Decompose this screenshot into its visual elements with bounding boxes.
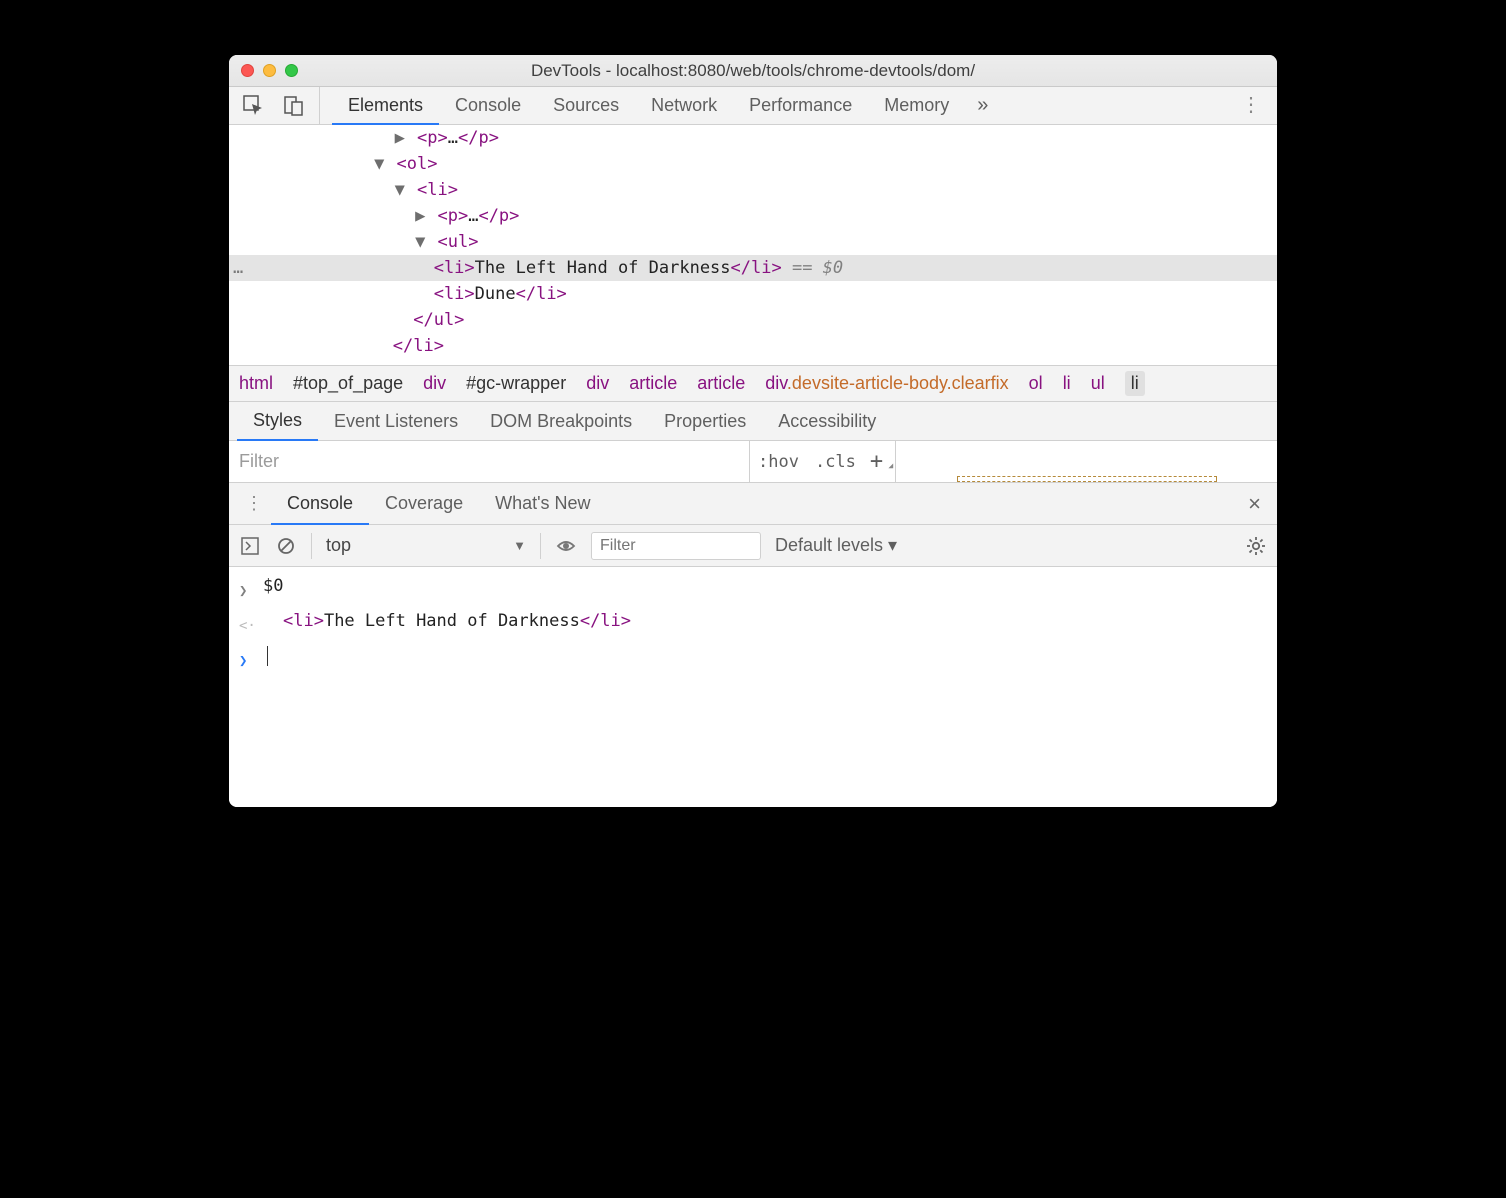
dom-row[interactable]: </li>: [229, 333, 1277, 359]
breadcrumb-item[interactable]: article: [629, 373, 677, 394]
window-title: DevTools - localhost:8080/web/tools/chro…: [229, 61, 1277, 81]
clear-console-icon[interactable]: [275, 535, 297, 557]
dom-tree[interactable]: ▶ <p>…</p> ▼ <ol> ▼ <li> ▶ <p>…</p> ▼ <u…: [229, 125, 1277, 365]
breadcrumb-item[interactable]: #top_of_page: [293, 373, 403, 394]
breadcrumbs: html #top_of_page div #gc-wrapper div article…: [229, 365, 1277, 401]
main-menu[interactable]: ⋮: [1241, 95, 1277, 116]
tab-styles[interactable]: Styles: [237, 403, 318, 441]
context-select[interactable]: top ▼: [326, 535, 526, 556]
breadcrumb-item[interactable]: div: [586, 373, 609, 394]
breadcrumb-item[interactable]: div: [423, 373, 446, 394]
tab-elements[interactable]: Elements: [332, 88, 439, 125]
main-tabs: Elements Console Sources Network Perform…: [320, 87, 1000, 124]
result-arrow-icon: <·: [239, 606, 257, 641]
new-style-rule-button[interactable]: +: [864, 449, 895, 474]
kebab-icon: ⋮: [1241, 94, 1261, 116]
separator: [540, 533, 541, 559]
styles-filter-bar: :hov .cls +: [229, 441, 1277, 483]
dom-row[interactable]: ▼ <li>: [229, 177, 1277, 203]
inspect-element-icon[interactable]: [243, 95, 265, 117]
breadcrumb-item[interactable]: html: [239, 373, 273, 394]
styles-filter-input[interactable]: [229, 441, 749, 482]
tab-coverage[interactable]: Coverage: [369, 483, 479, 524]
box-model-preview: [895, 441, 1277, 482]
styles-filter-buttons: :hov .cls +: [749, 441, 895, 482]
tab-event-listeners[interactable]: Event Listeners: [318, 402, 474, 440]
device-toggle-icon[interactable]: [283, 95, 305, 117]
console-prompt-row[interactable]: ❯: [229, 641, 1277, 676]
tab-dom-breakpoints[interactable]: DOM Breakpoints: [474, 402, 648, 440]
margin-box-icon: [957, 476, 1217, 482]
tab-drawer-console[interactable]: Console: [271, 484, 369, 525]
dom-row[interactable]: </ul>: [229, 307, 1277, 333]
devtools-window: DevTools - localhost:8080/web/tools/chro…: [229, 55, 1277, 807]
text-cursor: [267, 646, 268, 666]
console-toolbar: top ▼ Default levels ▾: [229, 525, 1277, 567]
tab-sources[interactable]: Sources: [537, 87, 635, 124]
breadcrumb-item[interactable]: ol: [1029, 373, 1043, 394]
main-tab-bar: Elements Console Sources Network Perform…: [229, 87, 1277, 125]
dom-row[interactable]: ▶ <p>…</p>: [229, 203, 1277, 229]
breadcrumb-item[interactable]: li: [1063, 373, 1071, 394]
more-tabs-button[interactable]: »: [965, 94, 1000, 117]
tab-accessibility[interactable]: Accessibility: [762, 402, 892, 440]
drawer-close-button[interactable]: ×: [1248, 491, 1277, 517]
hov-button[interactable]: :hov: [750, 452, 807, 472]
tab-whats-new[interactable]: What's New: [479, 483, 606, 524]
console-input-row: ❯ $0: [229, 571, 1277, 606]
live-expression-icon[interactable]: [555, 535, 577, 557]
drawer-tab-bar: ⋮ Console Coverage What's New ×: [229, 483, 1277, 525]
tab-performance[interactable]: Performance: [733, 87, 868, 124]
breadcrumb-item[interactable]: article: [697, 373, 745, 394]
tab-properties[interactable]: Properties: [648, 402, 762, 440]
breadcrumb-item[interactable]: div.devsite-article-body.clearfix: [765, 373, 1008, 394]
separator: [311, 533, 312, 559]
console-prompt[interactable]: [257, 641, 268, 671]
tab-console[interactable]: Console: [439, 87, 537, 124]
log-levels-select[interactable]: Default levels ▾: [775, 535, 897, 556]
console-sidebar-toggle-icon[interactable]: [239, 535, 261, 557]
styles-tab-bar: Styles Event Listeners DOM Breakpoints P…: [229, 401, 1277, 441]
chevron-right-icon: ❯: [239, 571, 257, 606]
console-result: <li>The Left Hand of Darkness</li>: [257, 606, 631, 636]
context-label: top: [326, 535, 351, 556]
tab-memory[interactable]: Memory: [868, 87, 965, 124]
breadcrumb-item[interactable]: #gc-wrapper: [466, 373, 566, 394]
dom-row[interactable]: <li>Dune</li>: [229, 281, 1277, 307]
toolbar-left-icons: [229, 87, 320, 124]
dom-row[interactable]: ▼ <ol>: [229, 151, 1277, 177]
log-levels-label: Default levels ▾: [775, 535, 897, 556]
cls-button[interactable]: .cls: [807, 452, 864, 472]
chevron-right-icon: ❯: [239, 641, 257, 676]
caret-down-icon: ▼: [513, 538, 526, 553]
console-expression: $0: [257, 571, 283, 601]
console-body[interactable]: ❯ $0 <· <li>The Left Hand of Darkness</l…: [229, 567, 1277, 807]
title-bar: DevTools - localhost:8080/web/tools/chro…: [229, 55, 1277, 87]
dom-row[interactable]: ▼ <ul>: [229, 229, 1277, 255]
console-settings-icon[interactable]: [1245, 535, 1267, 557]
breadcrumb-item[interactable]: ul: [1091, 373, 1105, 394]
dom-row[interactable]: <li>The Left Hand of Darkness</li> == $0: [229, 255, 1277, 281]
kebab-icon: ⋮: [245, 493, 263, 513]
console-result-row: <· <li>The Left Hand of Darkness</li>: [229, 606, 1277, 641]
console-filter-input[interactable]: [591, 532, 761, 560]
tab-network[interactable]: Network: [635, 87, 733, 124]
breadcrumb-item[interactable]: li: [1125, 371, 1145, 396]
dom-row[interactable]: ▶ <p>…</p>: [229, 125, 1277, 151]
drawer-menu-button[interactable]: ⋮: [237, 493, 271, 514]
